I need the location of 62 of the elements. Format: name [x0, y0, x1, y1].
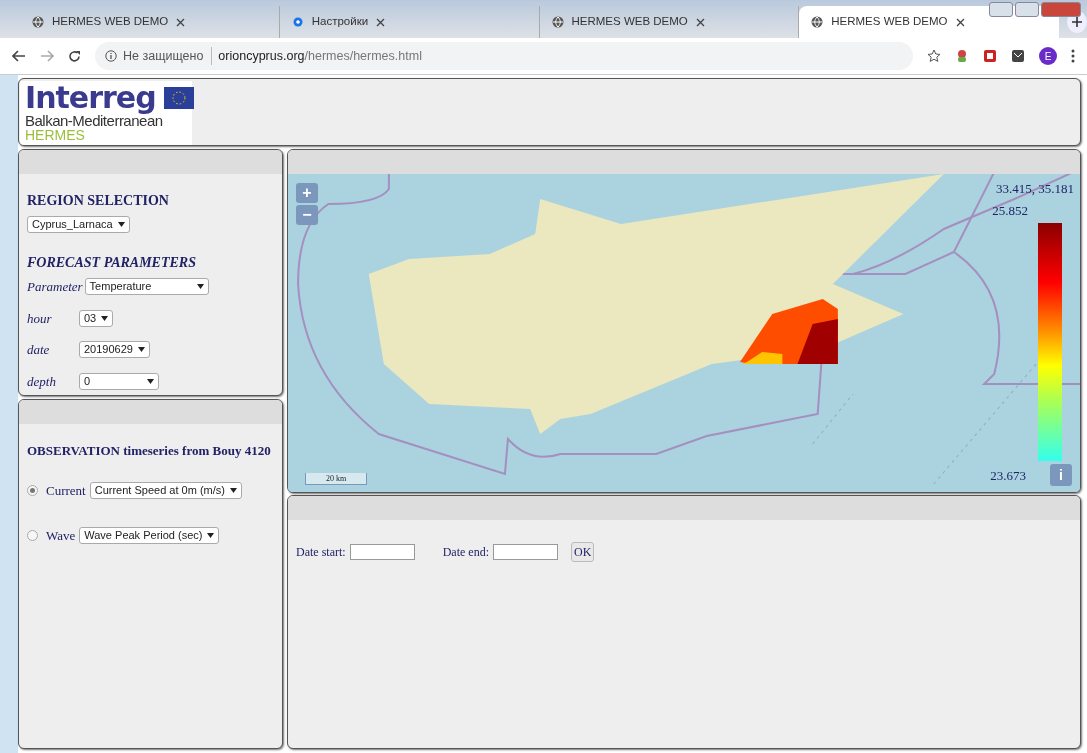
- dropdown[interactable]: 20190629: [79, 341, 150, 359]
- option-label: Wave: [46, 527, 76, 545]
- close-icon[interactable]: [376, 17, 386, 27]
- caret-icon: [196, 284, 204, 290]
- caret-icon: [117, 222, 125, 227]
- maximize-button[interactable]: [1015, 2, 1039, 17]
- date-end-field[interactable]: [492, 544, 558, 560]
- logo-project: HERMES: [25, 128, 86, 143]
- section-heading: REGION SELECTION: [27, 192, 170, 210]
- flag-icon: [163, 87, 194, 109]
- tab-title: HERMES WEB DEMO: [571, 14, 688, 30]
- browser-tab[interactable]: HERMES WEB DEMO: [799, 6, 1059, 38]
- dropdown[interactable]: Temperature: [84, 278, 209, 296]
- legend-max-label: 25.852: [992, 202, 1028, 220]
- close-icon[interactable]: [176, 17, 186, 27]
- globe-icon: [551, 16, 564, 28]
- field-label: Parameter: [27, 278, 83, 296]
- close-icon[interactable]: [955, 17, 965, 27]
- field-label: depth: [27, 372, 57, 391]
- tab-title: Настройки: [311, 14, 369, 30]
- option-label: Current: [46, 481, 86, 500]
- minimize-button[interactable]: [989, 2, 1013, 17]
- dropdown[interactable]: Wave Peak Period (sec): [79, 527, 220, 545]
- field-label: hour: [27, 309, 53, 328]
- section-heading: FORECAST PARAMETERS: [27, 254, 197, 272]
- caret-icon: [101, 315, 109, 321]
- back-icon[interactable]: [12, 50, 26, 62]
- globe-icon: [32, 16, 44, 28]
- coordinates-label: 33.415, 35.181: [996, 180, 1074, 198]
- scale-bar: 20 km: [305, 473, 367, 485]
- address-bar[interactable]: Не защищено orioncyprus.org/hermes/hermes.html: [95, 42, 913, 70]
- field-label: Date end:: [442, 544, 489, 561]
- star-icon[interactable]: [927, 49, 941, 63]
- section-heading: OBSERVATION timeseries from Bouy 4120: [27, 442, 272, 460]
- radio-button[interactable]: [27, 484, 38, 496]
- plus-icon[interactable]: [1071, 17, 1082, 27]
- info-icon: [105, 50, 117, 62]
- ok-button[interactable]: OK: [570, 542, 595, 562]
- radio-button[interactable]: [27, 530, 38, 542]
- menu-icon[interactable]: [1071, 49, 1075, 63]
- caret-icon: [229, 487, 237, 493]
- date-start-field[interactable]: [349, 544, 415, 560]
- dropdown[interactable]: 03: [79, 309, 114, 327]
- tab-title: HERMES WEB DEMO: [52, 14, 169, 30]
- close-icon[interactable]: [695, 17, 705, 27]
- caret-icon: [147, 378, 154, 384]
- dropdown[interactable]: 0: [79, 372, 159, 390]
- globe-icon: [811, 16, 824, 28]
- url-text: orioncyprus.org/hermes/hermes.html: [218, 47, 422, 65]
- reload-icon[interactable]: [68, 49, 81, 63]
- caret-icon: [137, 347, 145, 353]
- logo-program: Balkan-Mediterranean: [25, 113, 164, 128]
- tab-title: HERMES WEB DEMO: [831, 14, 948, 30]
- caret-icon: [207, 533, 215, 539]
- dropdown[interactable]: Cyprus_Larnaca: [27, 216, 130, 233]
- dropdown[interactable]: Current Speed at 0m (m/s): [89, 481, 242, 499]
- profile-avatar[interactable]: E: [1039, 47, 1057, 65]
- field-label: Date start:: [296, 544, 346, 561]
- logo-name: Interreg: [25, 83, 156, 113]
- security-label: Не защищено: [123, 46, 213, 66]
- field-label: date: [27, 341, 51, 359]
- legend-min-label: 23.673: [990, 466, 1026, 485]
